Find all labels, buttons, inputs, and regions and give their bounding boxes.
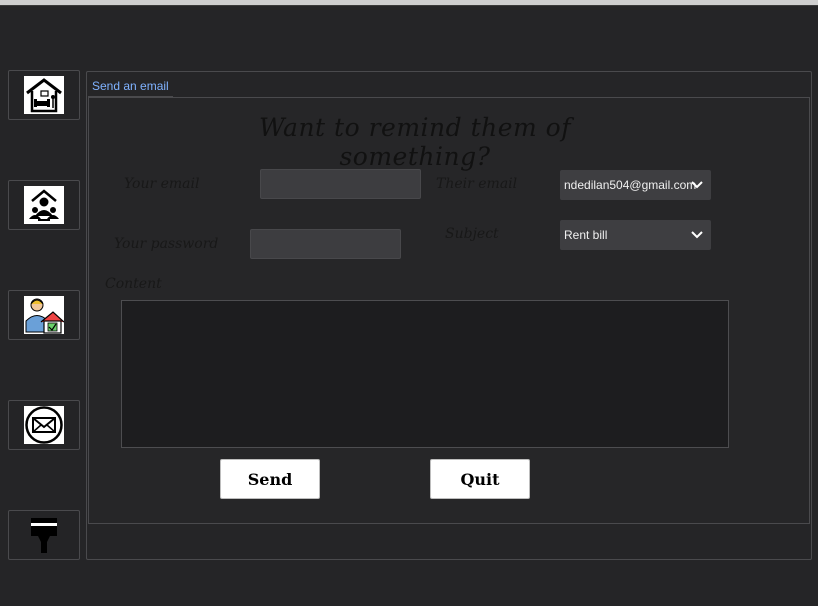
your-password-label: Your password bbox=[114, 236, 219, 252]
sidebar-item-landlord[interactable] bbox=[8, 290, 80, 340]
sidebar-item-email[interactable] bbox=[8, 400, 80, 450]
chevron-down-icon bbox=[691, 181, 703, 189]
envelope-icon bbox=[24, 406, 64, 444]
chevron-down-icon bbox=[691, 231, 703, 239]
your-email-field[interactable] bbox=[260, 169, 421, 199]
subject-value: Rent bill bbox=[564, 228, 608, 242]
quit-button[interactable]: Quit bbox=[430, 459, 530, 499]
their-email-label: Their email bbox=[436, 176, 518, 192]
house-icon bbox=[24, 76, 64, 114]
content-label: Content bbox=[105, 276, 162, 292]
subject-dropdown[interactable]: Rent bill bbox=[560, 220, 711, 250]
landlord-house-icon bbox=[24, 296, 64, 334]
page-title: Want to remind them of something? bbox=[259, 113, 571, 171]
subject-label: Subject bbox=[445, 226, 499, 242]
sidebar-item-tenants[interactable] bbox=[8, 180, 80, 230]
tenant-group-icon bbox=[24, 186, 64, 224]
your-email-label: Your email bbox=[124, 176, 200, 192]
your-password-field[interactable] bbox=[250, 229, 401, 259]
tab-send-email[interactable]: Send an email bbox=[88, 76, 173, 98]
sidebar-item-theme[interactable] bbox=[8, 510, 80, 560]
their-email-dropdown[interactable]: ndedilan504@gmail.com bbox=[560, 170, 711, 200]
window-top-border bbox=[0, 0, 818, 6]
content-textarea[interactable] bbox=[121, 300, 729, 448]
sidebar-item-home[interactable] bbox=[8, 70, 80, 120]
paint-brush-icon bbox=[24, 515, 64, 555]
their-email-value: ndedilan504@gmail.com bbox=[564, 178, 697, 192]
send-button[interactable]: Send bbox=[220, 459, 320, 499]
